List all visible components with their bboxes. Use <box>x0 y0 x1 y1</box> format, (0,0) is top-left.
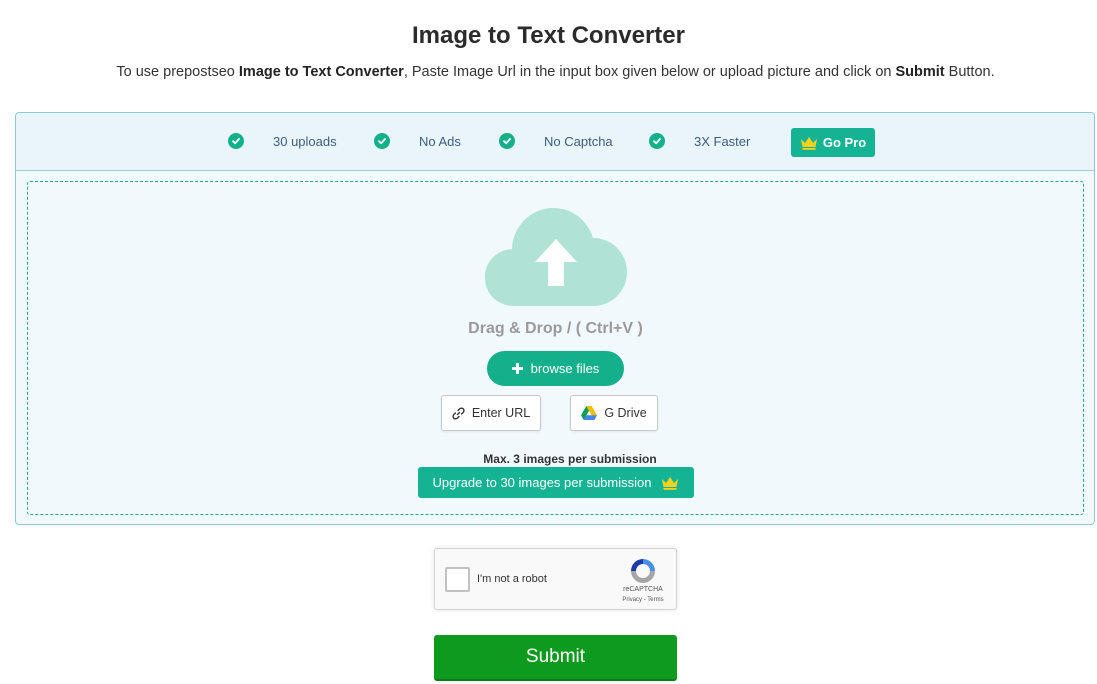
enter-url-button[interactable]: Enter URL <box>441 395 541 431</box>
desc-submit-word: Submit <box>895 64 945 80</box>
page-description: To use prepostseo Image to Text Converte… <box>0 64 1097 80</box>
crown-icon <box>662 476 679 490</box>
cloud-upload-icon <box>485 208 627 306</box>
check-circle-icon <box>499 133 515 149</box>
google-drive-icon <box>581 406 598 420</box>
drag-drop-text: Drag & Drop / ( Ctrl+V ) <box>468 320 643 337</box>
desc-tool-name: Image to Text Converter <box>238 64 404 80</box>
enter-url-label: Enter URL <box>471 406 531 420</box>
page-title: Image to Text Converter <box>412 22 685 49</box>
browse-files-label: browse files <box>530 361 600 376</box>
check-circle-icon <box>649 133 665 149</box>
features-bar: 30 uploads No Ads No Captcha 3X Faster G… <box>16 113 1094 171</box>
recaptcha-brand: reCAPTCHA <box>623 586 663 593</box>
recaptcha-label: I'm not a robot <box>477 573 547 585</box>
go-pro-label: Go Pro <box>822 135 867 150</box>
go-pro-button[interactable]: Go Pro <box>791 128 875 157</box>
recaptcha-logo-icon <box>631 559 655 583</box>
converter-tool-box: 30 uploads No Ads No Captcha 3X Faster G… <box>15 112 1095 525</box>
max-images-note: Max. 3 images per submission <box>483 452 657 466</box>
link-icon <box>452 406 465 420</box>
check-circle-icon <box>374 133 390 149</box>
recaptcha-widget: I'm not a robot reCAPTCHA Privacy - Term… <box>434 548 677 610</box>
recaptcha-checkbox[interactable] <box>445 567 470 592</box>
desc-middle: , Paste Image Url in the input box given… <box>403 64 896 80</box>
recaptcha-terms-link[interactable]: Privacy - Terms <box>620 597 666 603</box>
crown-icon <box>800 136 817 150</box>
google-drive-button[interactable]: G Drive <box>570 395 658 431</box>
feature-label-faster: 3X Faster <box>694 134 751 149</box>
check-circle-icon <box>228 133 244 149</box>
submit-button[interactable]: Submit <box>434 635 677 681</box>
plus-icon <box>511 363 523 374</box>
desc-suffix: Button. <box>944 64 995 80</box>
feature-label-no-captcha: No Captcha <box>544 134 613 149</box>
google-drive-label: G Drive <box>604 406 647 420</box>
browse-files-button[interactable]: browse files <box>487 351 624 386</box>
desc-prefix: To use prepostseo <box>116 64 239 80</box>
feature-label-uploads: 30 uploads <box>273 134 337 149</box>
upgrade-label: Upgrade to 30 images per submission <box>432 475 652 490</box>
feature-label-no-ads: No Ads <box>419 134 461 149</box>
drop-zone[interactable]: Drag & Drop / ( Ctrl+V ) browse files En… <box>27 181 1084 515</box>
upgrade-button[interactable]: Upgrade to 30 images per submission <box>418 467 694 498</box>
